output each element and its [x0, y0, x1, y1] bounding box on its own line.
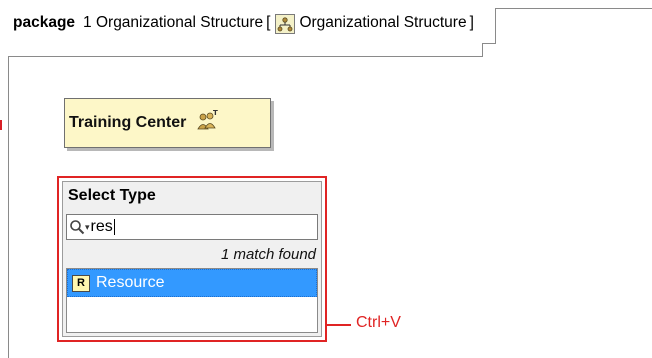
type-results-list[interactable]: R Resource [66, 268, 318, 333]
type-search-input[interactable]: ▾ res [66, 214, 318, 240]
resource-stereotype-icon: R [72, 274, 90, 292]
element-name: Training Center [69, 114, 187, 131]
frame-tab-notch [481, 43, 496, 57]
search-icon[interactable] [69, 219, 85, 235]
organization-unit-icon: T [195, 109, 219, 133]
svg-text:T: T [213, 109, 218, 117]
organization-diagram-icon [275, 14, 296, 34]
text-caret [113, 219, 115, 235]
popup-title: Select Type [68, 187, 156, 204]
frame-close-bracket: ] [469, 14, 474, 31]
match-count-text: 1 match found [220, 246, 316, 263]
frame-package-name: 1 Organizational Structure [83, 14, 264, 31]
search-options-dropdown-icon[interactable]: ▾ [85, 222, 90, 233]
shortcut-callout: Ctrl+V [356, 314, 401, 331]
result-item-label: Resource [96, 274, 165, 291]
select-type-popup: Select Type ▾ res 1 match found R Resour… [62, 181, 322, 337]
frame-header: package 1 Organizational Structure [ Org… [8, 8, 496, 57]
frame-diagram-name: Organizational Structure [299, 14, 467, 31]
diagram-canvas[interactable]: package 1 Organizational Structure [ Org… [0, 0, 652, 358]
search-value[interactable]: res [91, 218, 113, 236]
edge-marker [0, 120, 2, 130]
frame-keyword: package [13, 14, 76, 31]
result-item-resource[interactable]: R Resource [67, 269, 317, 297]
training-center-element[interactable]: Training Center T [64, 98, 271, 148]
callout-connector [327, 324, 351, 326]
frame-open-bracket: [ [266, 14, 271, 31]
